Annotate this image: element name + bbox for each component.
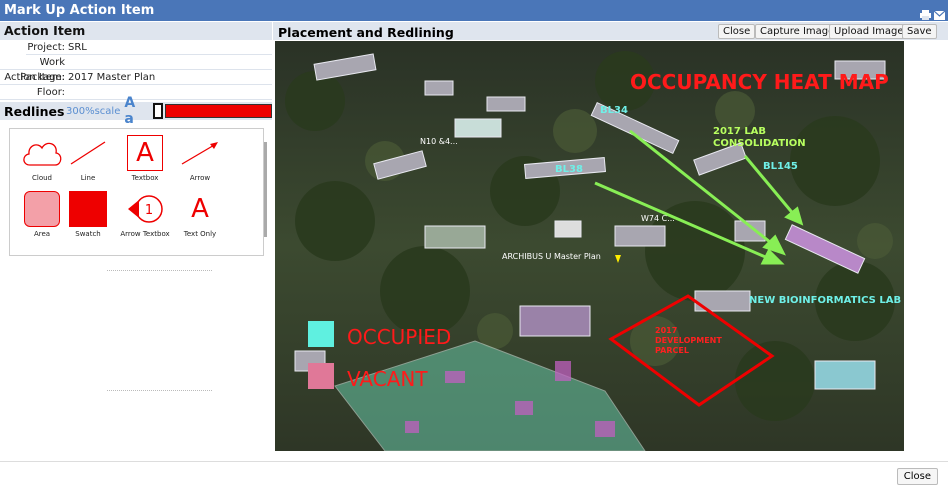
arrow-icon: [181, 142, 218, 165]
color-bar[interactable]: [164, 104, 273, 118]
save-button[interactable]: Save: [902, 24, 937, 39]
divider: [107, 390, 212, 391]
text-only-icon: A: [191, 194, 209, 224]
window-titlebar: Mark Up Action Item: [0, 0, 948, 21]
tool-arrow[interactable]: Arrow: [170, 133, 230, 182]
scale-label[interactable]: 300%scale: [66, 106, 120, 117]
placement-title: Placement and Redlining: [278, 25, 454, 40]
project-field: Project: SRL: [26, 40, 272, 55]
redline-tools-palette: Cloud Line A Textbox Arrow Area Swatch 1…: [9, 128, 264, 256]
left-panel: Action Item Project: SRL Work Package: A…: [0, 22, 273, 462]
tool-arrow-textbox[interactable]: 1 Arrow Textbox: [115, 189, 175, 238]
label-archibus: ARCHIBUS U Master Plan: [502, 252, 601, 261]
legend-occupied-swatch: [308, 321, 334, 347]
label-bl38: BL38: [555, 164, 583, 175]
placement-header: Placement and Redlining Close Capture Im…: [273, 22, 948, 40]
label-dev-1: 2017: [655, 326, 677, 335]
label-dev-3: PARCEL: [655, 346, 689, 355]
font-size-toggle[interactable]: A a: [124, 95, 151, 127]
color-picker-swatch[interactable]: [153, 103, 163, 119]
palette-scrollbar[interactable]: [264, 142, 267, 237]
upload-image-button[interactable]: Upload Image: [829, 24, 909, 39]
legend-vacant-swatch: [308, 363, 334, 389]
label-lab: 2017 LAB: [713, 126, 766, 137]
tool-line[interactable]: Line: [58, 133, 118, 182]
aerial-image: OCCUPANCY HEAT MAP BL34 BL38 BL145 NEW B…: [275, 41, 904, 451]
tool-swatch[interactable]: Swatch: [58, 189, 118, 238]
divider: [107, 270, 212, 271]
close-button[interactable]: Close: [718, 24, 756, 39]
print-icon[interactable]: [920, 6, 931, 20]
capture-image-button[interactable]: Capture Image: [755, 24, 840, 39]
action-item-header: Action Item: [0, 22, 272, 40]
footer-divider: [0, 461, 948, 462]
aerial-map-canvas[interactable]: OCCUPANCY HEAT MAP BL34 BL38 BL145 NEW B…: [275, 41, 904, 451]
work-package-field: Work Package:: [0, 55, 272, 83]
redlines-title: Redlines: [4, 103, 65, 119]
label-bl34: BL34: [600, 105, 628, 116]
legend-vacant: VACANT: [347, 367, 428, 391]
svg-text:1: 1: [145, 203, 153, 218]
area-icon: [24, 191, 60, 227]
textbox-icon: A: [127, 135, 163, 171]
action-item-field: Action Item: 2017 Master Plan: [0, 70, 272, 85]
tool-text-only[interactable]: A Text Only: [170, 189, 230, 238]
redlines-header: Redlines 300%scale A a: [0, 95, 273, 127]
tool-textbox[interactable]: A Textbox: [115, 133, 175, 182]
label-n10: N10 &4...: [420, 137, 458, 146]
swatch-icon: [69, 191, 107, 227]
window-title: Mark Up Action Item: [4, 3, 155, 18]
email-icon[interactable]: [933, 6, 946, 20]
legend-occupied: OCCUPIED: [347, 325, 451, 349]
arrow-textbox-icon: 1: [128, 195, 163, 223]
label-consolidation: CONSOLIDATION: [713, 138, 806, 149]
label-dev-2: DEVELOPMENT: [655, 336, 722, 345]
label-new-lab: NEW BIOINFORMATICS LAB: [749, 295, 901, 306]
line-icon: [70, 141, 106, 165]
label-bl145: BL145: [763, 161, 798, 172]
footer-close-button[interactable]: Close: [896, 468, 938, 485]
heatmap-title: OCCUPANCY HEAT MAP: [630, 70, 889, 94]
